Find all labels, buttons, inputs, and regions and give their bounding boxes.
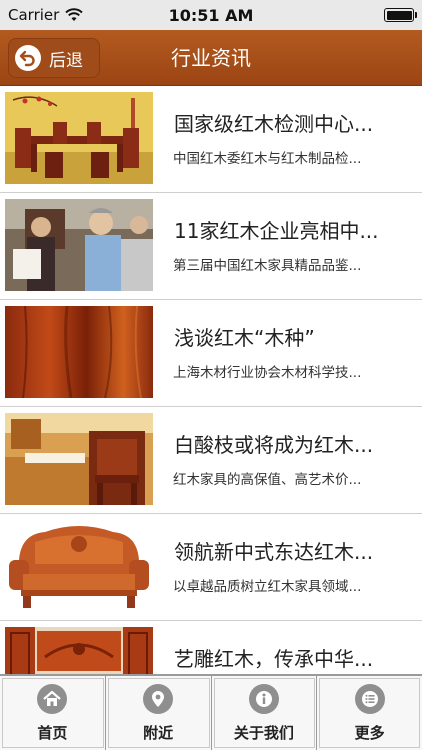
thumbnail-carved-sofa — [5, 520, 153, 612]
tab-about-us[interactable]: 关于我们 — [212, 676, 318, 750]
thumbnail-wood-grain — [5, 306, 153, 398]
list-item[interactable]: 艺雕红木，传承中华... — [0, 621, 422, 674]
item-title: 领航新中式东达红木... — [174, 540, 374, 564]
news-list: 国家级红木检测中心... 中国红木委红木与红木制品检... 11家红木企业亮相中… — [0, 86, 422, 674]
tab-more[interactable]: 更多 — [317, 676, 422, 750]
item-subtitle: 中国红木委红木与红木制品检... — [173, 151, 362, 167]
back-label: 后退 — [49, 50, 83, 71]
thumbnail-chair-interior — [5, 413, 153, 505]
list-item[interactable]: 11家红木企业亮相中... 第三届中国红木家具精品品鉴... — [0, 193, 422, 300]
item-title: 白酸枝或将成为红木... — [174, 433, 374, 457]
battery-level — [386, 10, 412, 20]
tab-label: 关于我们 — [233, 724, 294, 742]
battery-icon — [384, 8, 417, 22]
item-subtitle: 上海木材行业协会木材科学技... — [173, 365, 362, 381]
tab-home[interactable]: 首页 — [0, 676, 106, 750]
list-icon — [354, 684, 385, 714]
item-title: 国家级红木检测中心... — [174, 112, 374, 136]
item-title: 浅谈红木“木种” — [174, 326, 315, 350]
location-pin-icon — [143, 684, 174, 714]
list-item[interactable]: 国家级红木检测中心... 中国红木委红木与红木制品检... — [0, 86, 422, 193]
thumbnail-carved-cabinet — [5, 627, 153, 674]
item-title: 11家红木企业亮相中... — [174, 219, 379, 243]
carrier-label: Carrier — [8, 6, 60, 24]
item-subtitle: 以卓越品质树立红木家具领域... — [173, 579, 362, 595]
tab-label: 首页 — [37, 724, 68, 742]
home-icon — [37, 684, 68, 714]
item-subtitle: 第三届中国红木家具精品品鉴... — [173, 258, 362, 274]
status-bar: Carrier 10:51 AM — [0, 0, 422, 30]
list-item[interactable]: 浅谈红木“木种” 上海木材行业协会木材科学技... — [0, 300, 422, 407]
nav-bar: 后退 行业资讯 — [0, 30, 422, 86]
thumbnail-dining-table — [5, 92, 153, 184]
list-item[interactable]: 白酸枝或将成为红木... 红木家具的高保值、高艺术价... — [0, 407, 422, 514]
tab-bar: 首页 附近 关于我们 更多 — [0, 674, 422, 750]
tab-nearby[interactable]: 附近 — [106, 676, 212, 750]
wifi-icon — [65, 8, 84, 22]
list-item[interactable]: 领航新中式东达红木... 以卓越品质树立红木家具领域... — [0, 514, 422, 621]
status-left: Carrier — [8, 6, 84, 24]
back-arrow-icon — [15, 45, 41, 71]
item-title: 艺雕红木，传承中华... — [174, 647, 374, 671]
info-icon — [248, 684, 279, 714]
tab-label: 更多 — [354, 724, 385, 742]
back-button[interactable]: 后退 — [8, 38, 100, 78]
thumbnail-people-exhibit — [5, 199, 153, 291]
item-subtitle: 红木家具的高保值、高艺术价... — [173, 472, 362, 488]
tab-label: 附近 — [143, 724, 174, 742]
